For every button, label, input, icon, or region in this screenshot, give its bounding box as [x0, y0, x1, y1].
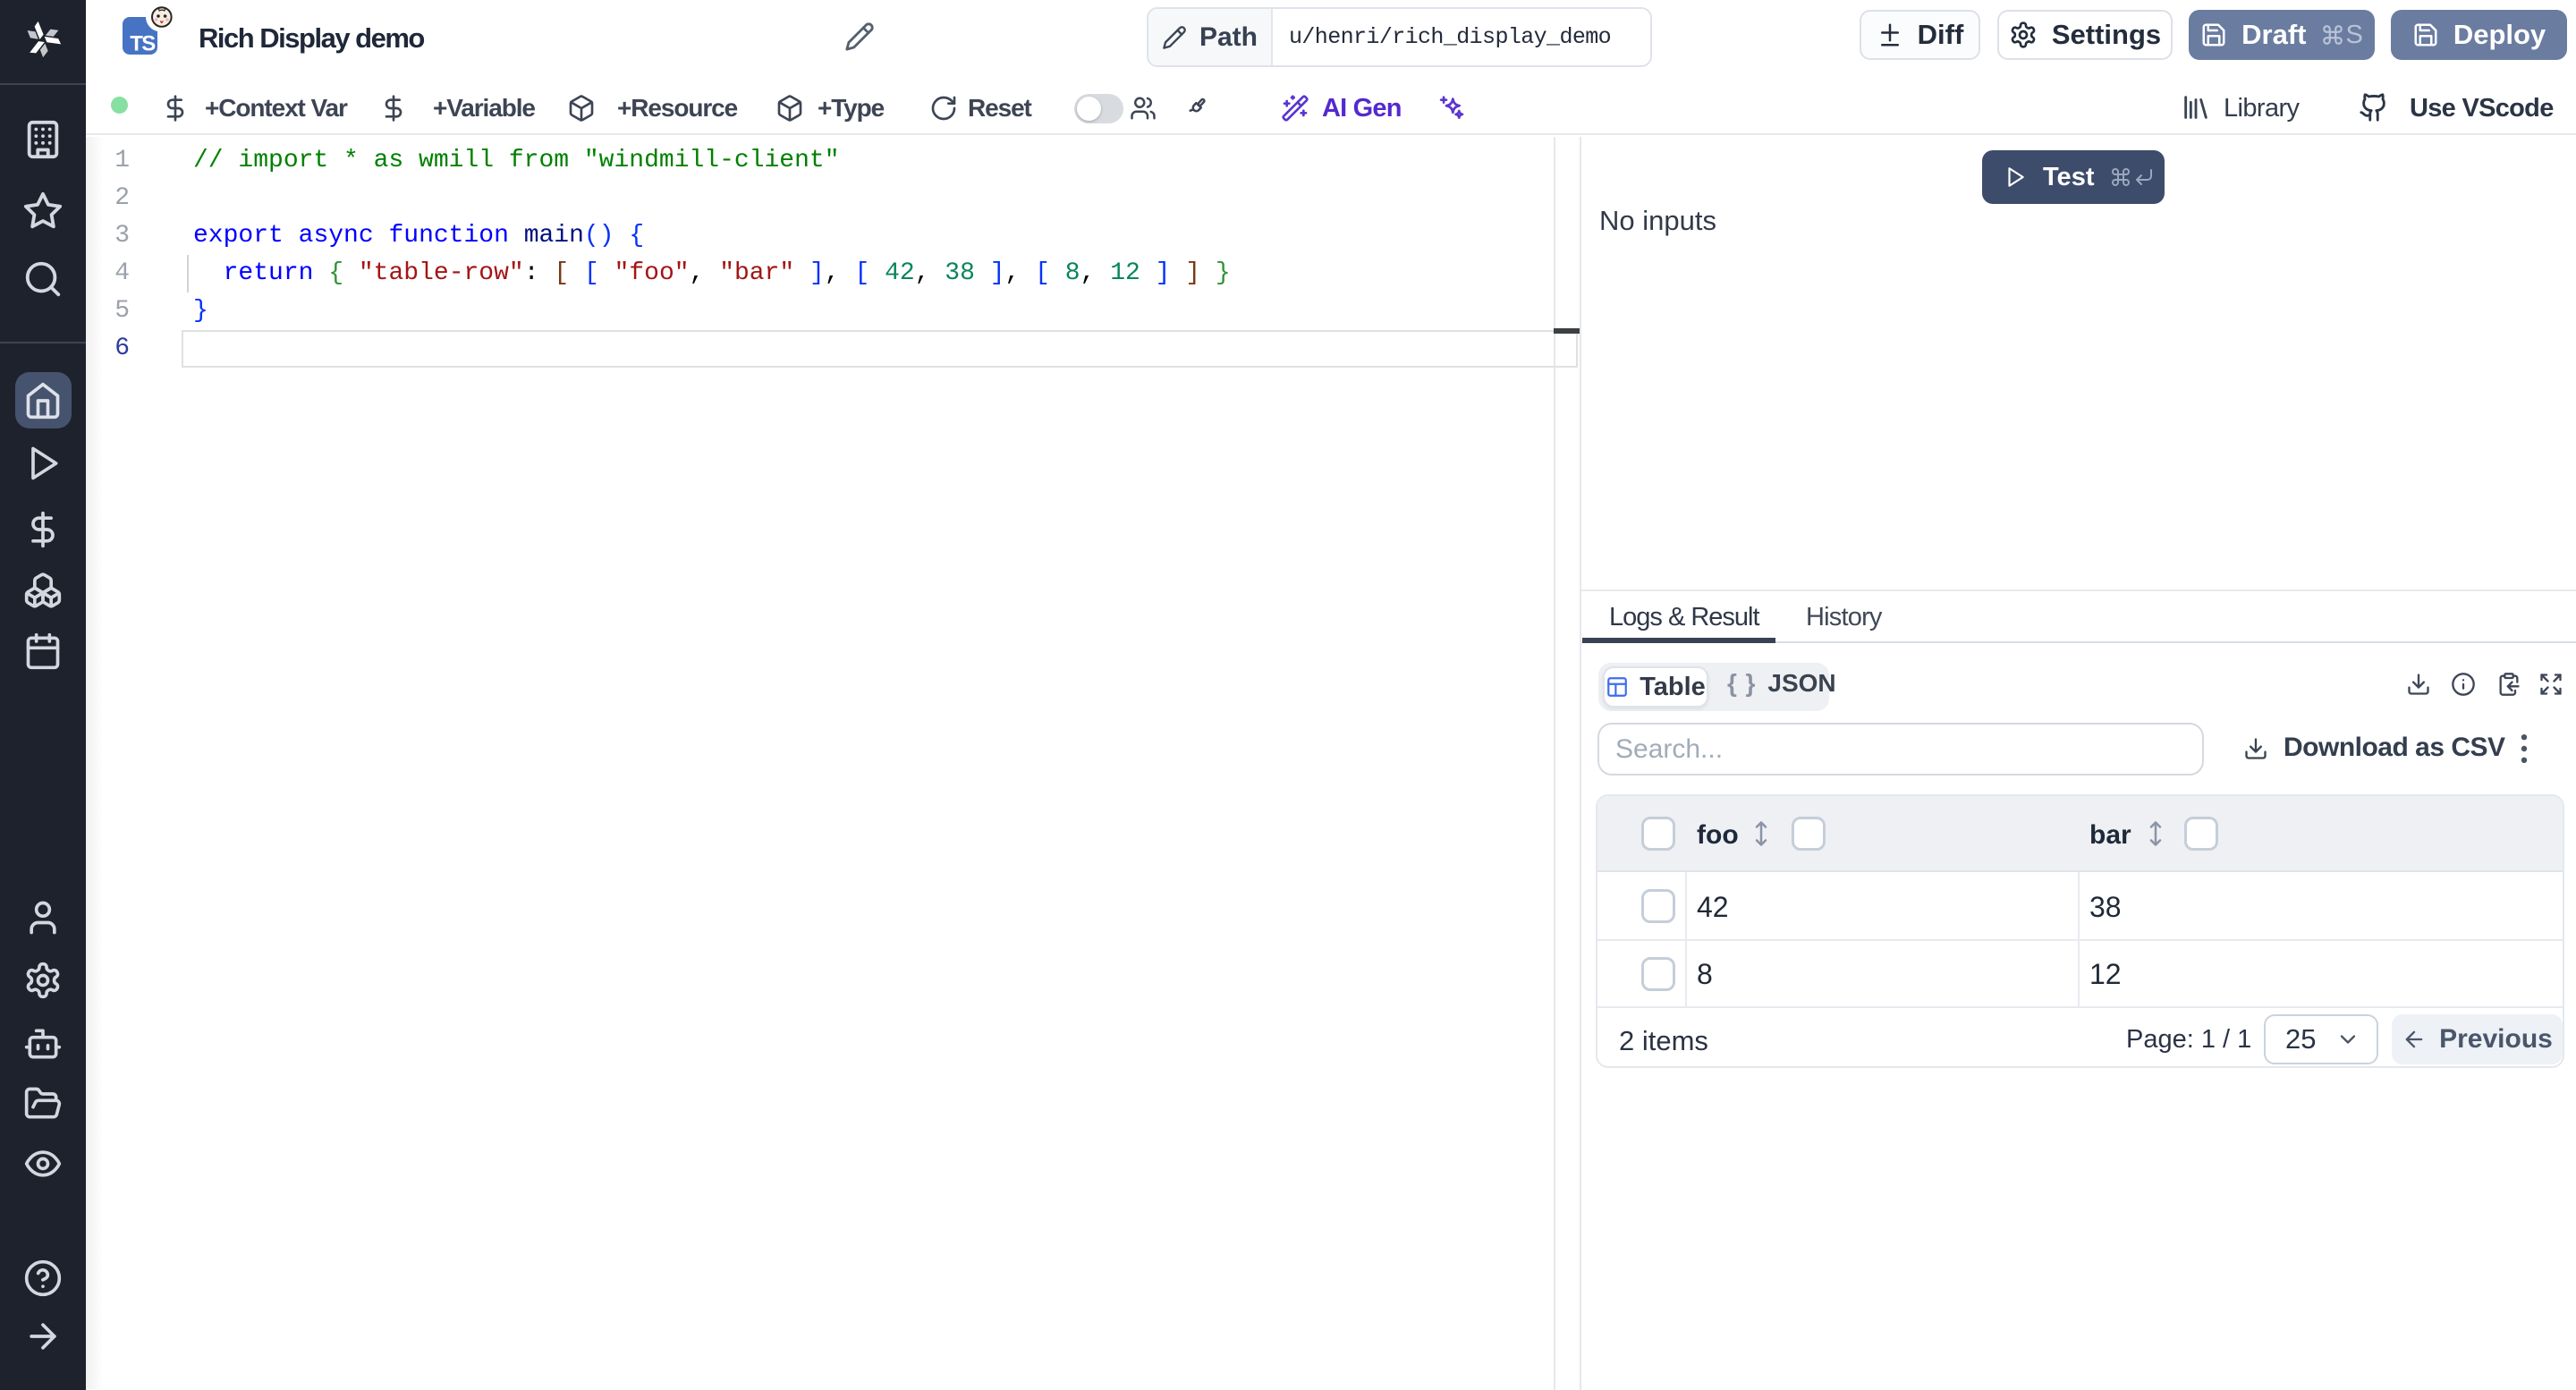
svg-text:TS: TS	[130, 32, 156, 56]
